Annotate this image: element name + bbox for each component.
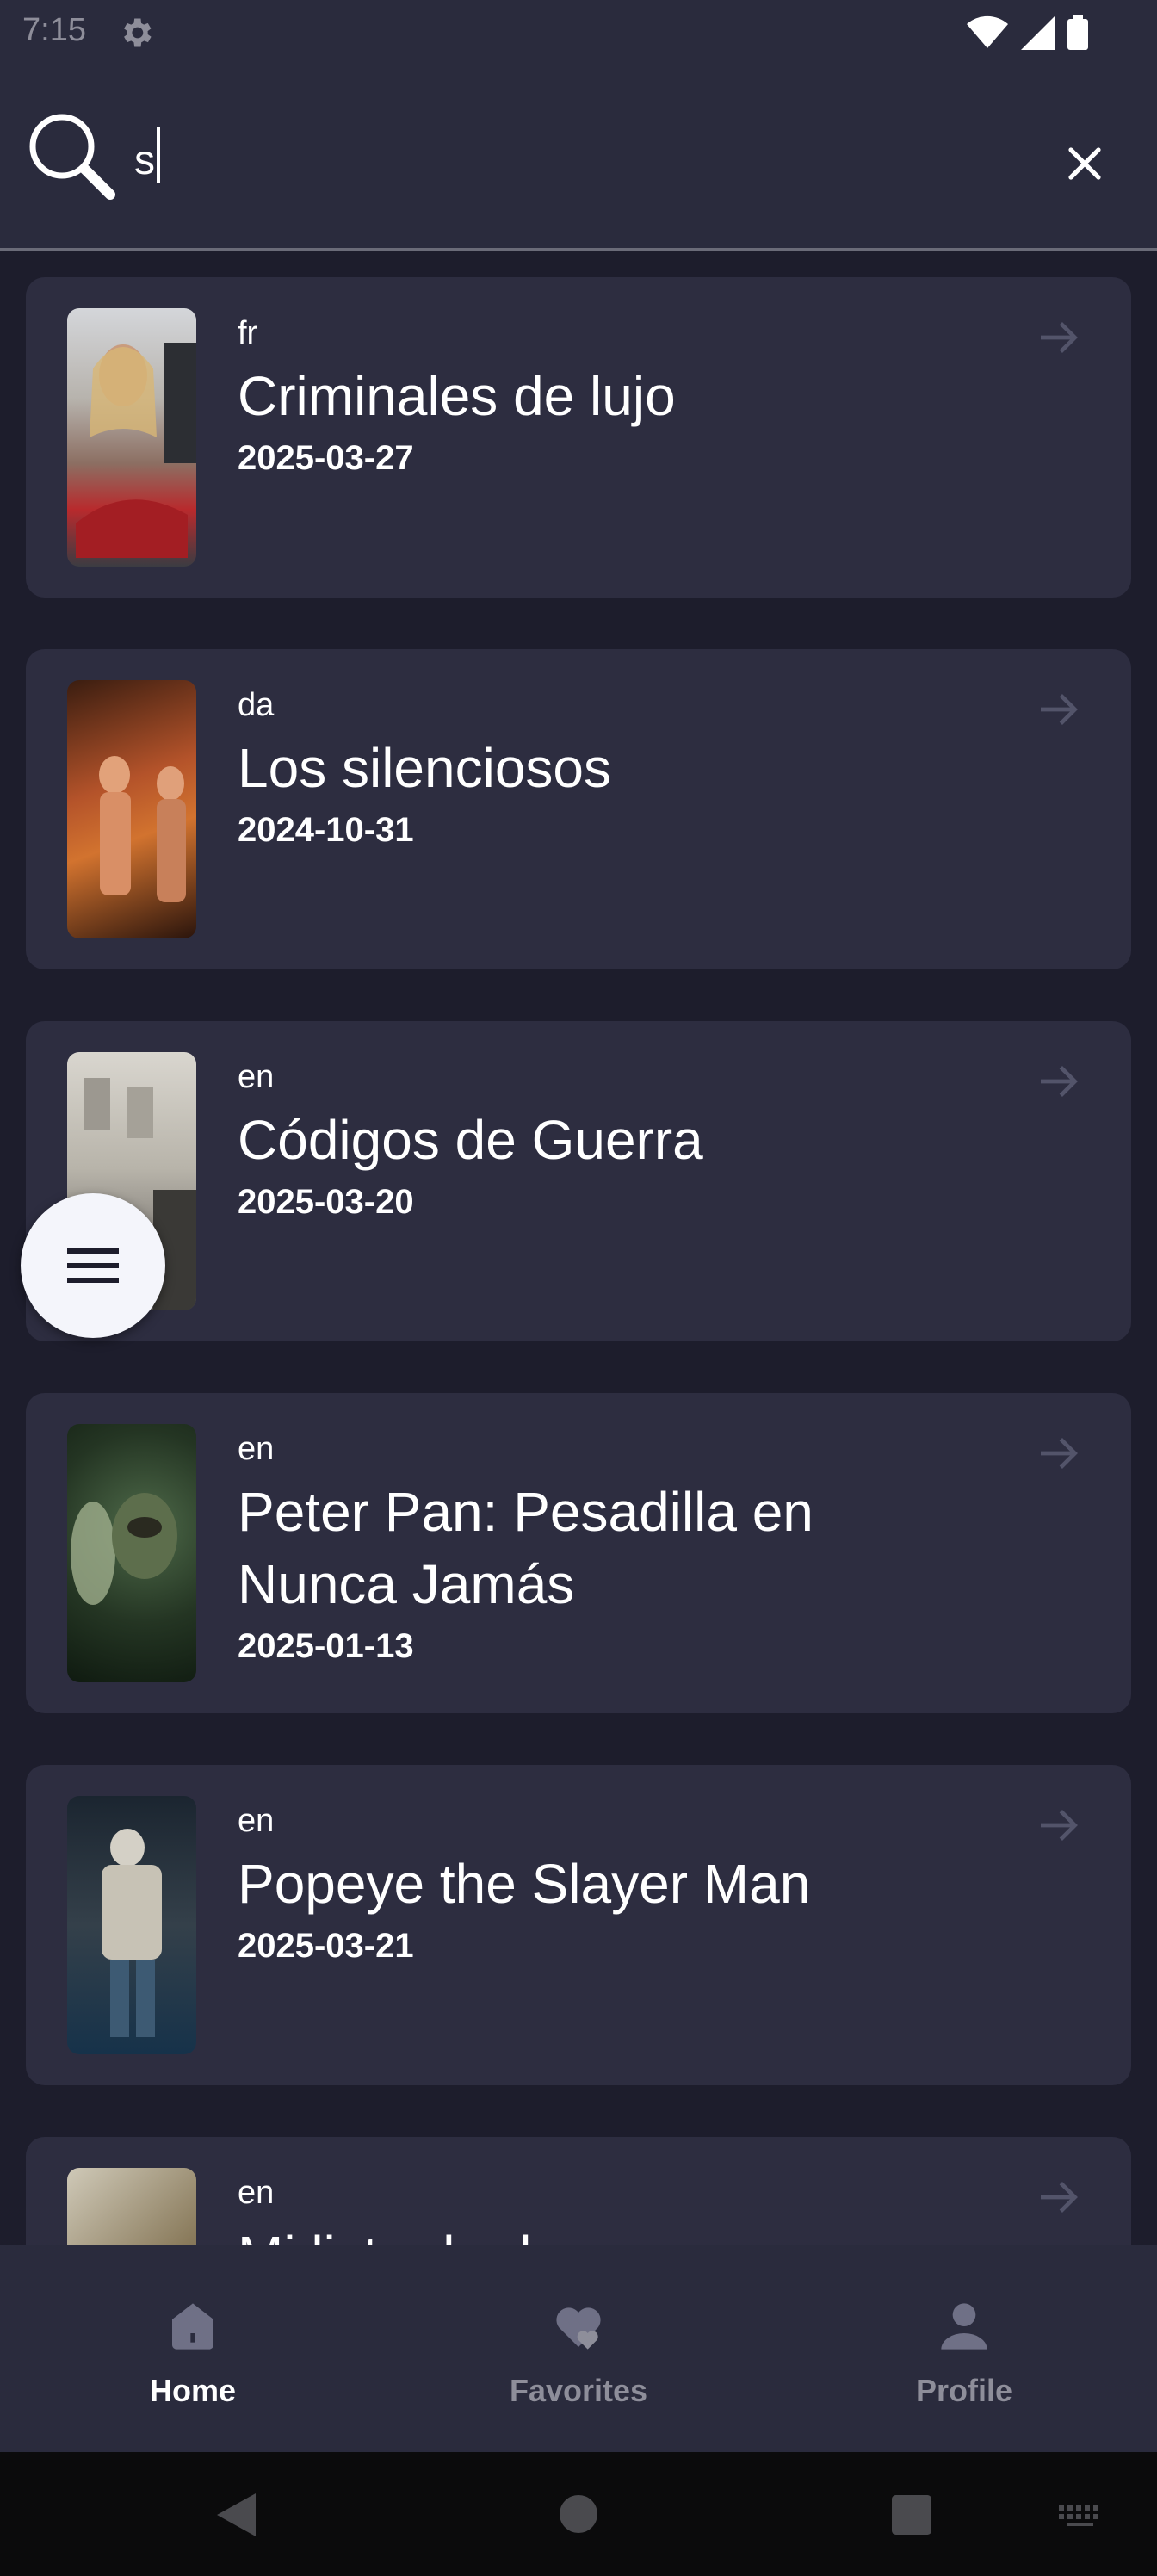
- release-date: 2025-03-21: [238, 1927, 414, 1965]
- menu-fab-button[interactable]: [21, 1193, 165, 1338]
- clear-search-button[interactable]: [1050, 129, 1119, 198]
- movie-poster: [67, 1424, 196, 1682]
- result-card[interactable]: en Peter Pan: Pesadilla en Nunca Jamás 2…: [26, 1393, 1131, 1713]
- movie-poster: [67, 680, 196, 938]
- result-card[interactable]: fr Criminales de lujo 2025-03-27: [26, 277, 1131, 598]
- menu-icon: [67, 1248, 119, 1283]
- result-card[interactable]: en Códigos de Guerra 2025-03-20: [26, 1021, 1131, 1341]
- wifi-icon: [966, 15, 1009, 54]
- language-code: fr: [238, 315, 258, 351]
- language-code: en: [238, 1059, 275, 1095]
- system-navigation-bar: [0, 2452, 1157, 2576]
- arrow-right-icon: [1035, 313, 1083, 366]
- movie-poster: [67, 308, 196, 567]
- movie-poster: [67, 2168, 196, 2245]
- language-code: en: [238, 1803, 275, 1839]
- search-bar: [0, 60, 1157, 251]
- nav-favorites[interactable]: Favorites: [386, 2245, 771, 2452]
- language-code: en: [238, 1431, 275, 1467]
- release-date: 2025-03-27: [238, 439, 414, 477]
- keyboard-icon[interactable]: [1059, 2505, 1104, 2530]
- movie-title: Peter Pan: Pesadilla en Nunca Jamás: [238, 1481, 814, 1615]
- nav-profile-label: Profile: [915, 2373, 1013, 2408]
- status-bar: 7:15: [0, 0, 1157, 60]
- movie-title: Popeye the Slayer Man: [238, 1853, 811, 1915]
- arrow-right-icon: [1035, 685, 1083, 738]
- home-system-icon[interactable]: [560, 2495, 597, 2537]
- text-cursor: [157, 127, 160, 183]
- nav-favorites-label: Favorites: [509, 2373, 648, 2408]
- search-icon: [24, 108, 121, 209]
- status-icons: [966, 15, 1088, 54]
- movie-poster: [67, 1796, 196, 2054]
- language-code: da: [238, 687, 275, 723]
- result-card[interactable]: en Popeye the Slayer Man 2025-03-21: [26, 1765, 1131, 2085]
- arrow-right-icon: [1035, 1801, 1083, 1854]
- person-icon: [937, 2299, 992, 2358]
- language-code: en: [238, 2175, 275, 2211]
- results-list: fr Criminales de lujo 2025-03-27 da Los …: [0, 250, 1157, 2245]
- signal-icon: [1021, 15, 1055, 54]
- release-date: 2024-10-31: [238, 811, 414, 849]
- bottom-navigation: Home Favorites Profile: [0, 2245, 1157, 2452]
- heart-icon: [551, 2299, 606, 2358]
- nav-home[interactable]: Home: [0, 2245, 386, 2452]
- movie-title: Códigos de Guerra: [238, 1109, 703, 1171]
- release-date: 2025-01-13: [238, 1627, 414, 1665]
- nav-profile[interactable]: Profile: [771, 2245, 1157, 2452]
- release-date: 2025-03-20: [238, 1183, 414, 1221]
- close-icon: [1068, 147, 1101, 180]
- settings-gear-icon: [117, 14, 155, 56]
- nav-home-label: Home: [149, 2373, 237, 2408]
- recents-icon[interactable]: [892, 2495, 931, 2539]
- arrow-right-icon: [1035, 1429, 1083, 1482]
- result-card[interactable]: en Mi lista de deseos: [26, 2137, 1131, 2245]
- arrow-right-icon: [1035, 1057, 1083, 1110]
- search-input[interactable]: [134, 126, 1038, 195]
- battery-icon: [1067, 15, 1088, 54]
- status-time: 7:15: [22, 12, 86, 48]
- movie-title: Mi lista de deseos: [238, 2220, 926, 2245]
- result-card[interactable]: da Los silenciosos 2024-10-31: [26, 649, 1131, 969]
- back-icon[interactable]: [217, 2493, 260, 2541]
- movie-title: Criminales de lujo: [238, 365, 676, 427]
- arrow-right-icon: [1035, 2173, 1083, 2226]
- movie-title: Los silenciosos: [238, 737, 611, 799]
- home-icon: [165, 2299, 220, 2358]
